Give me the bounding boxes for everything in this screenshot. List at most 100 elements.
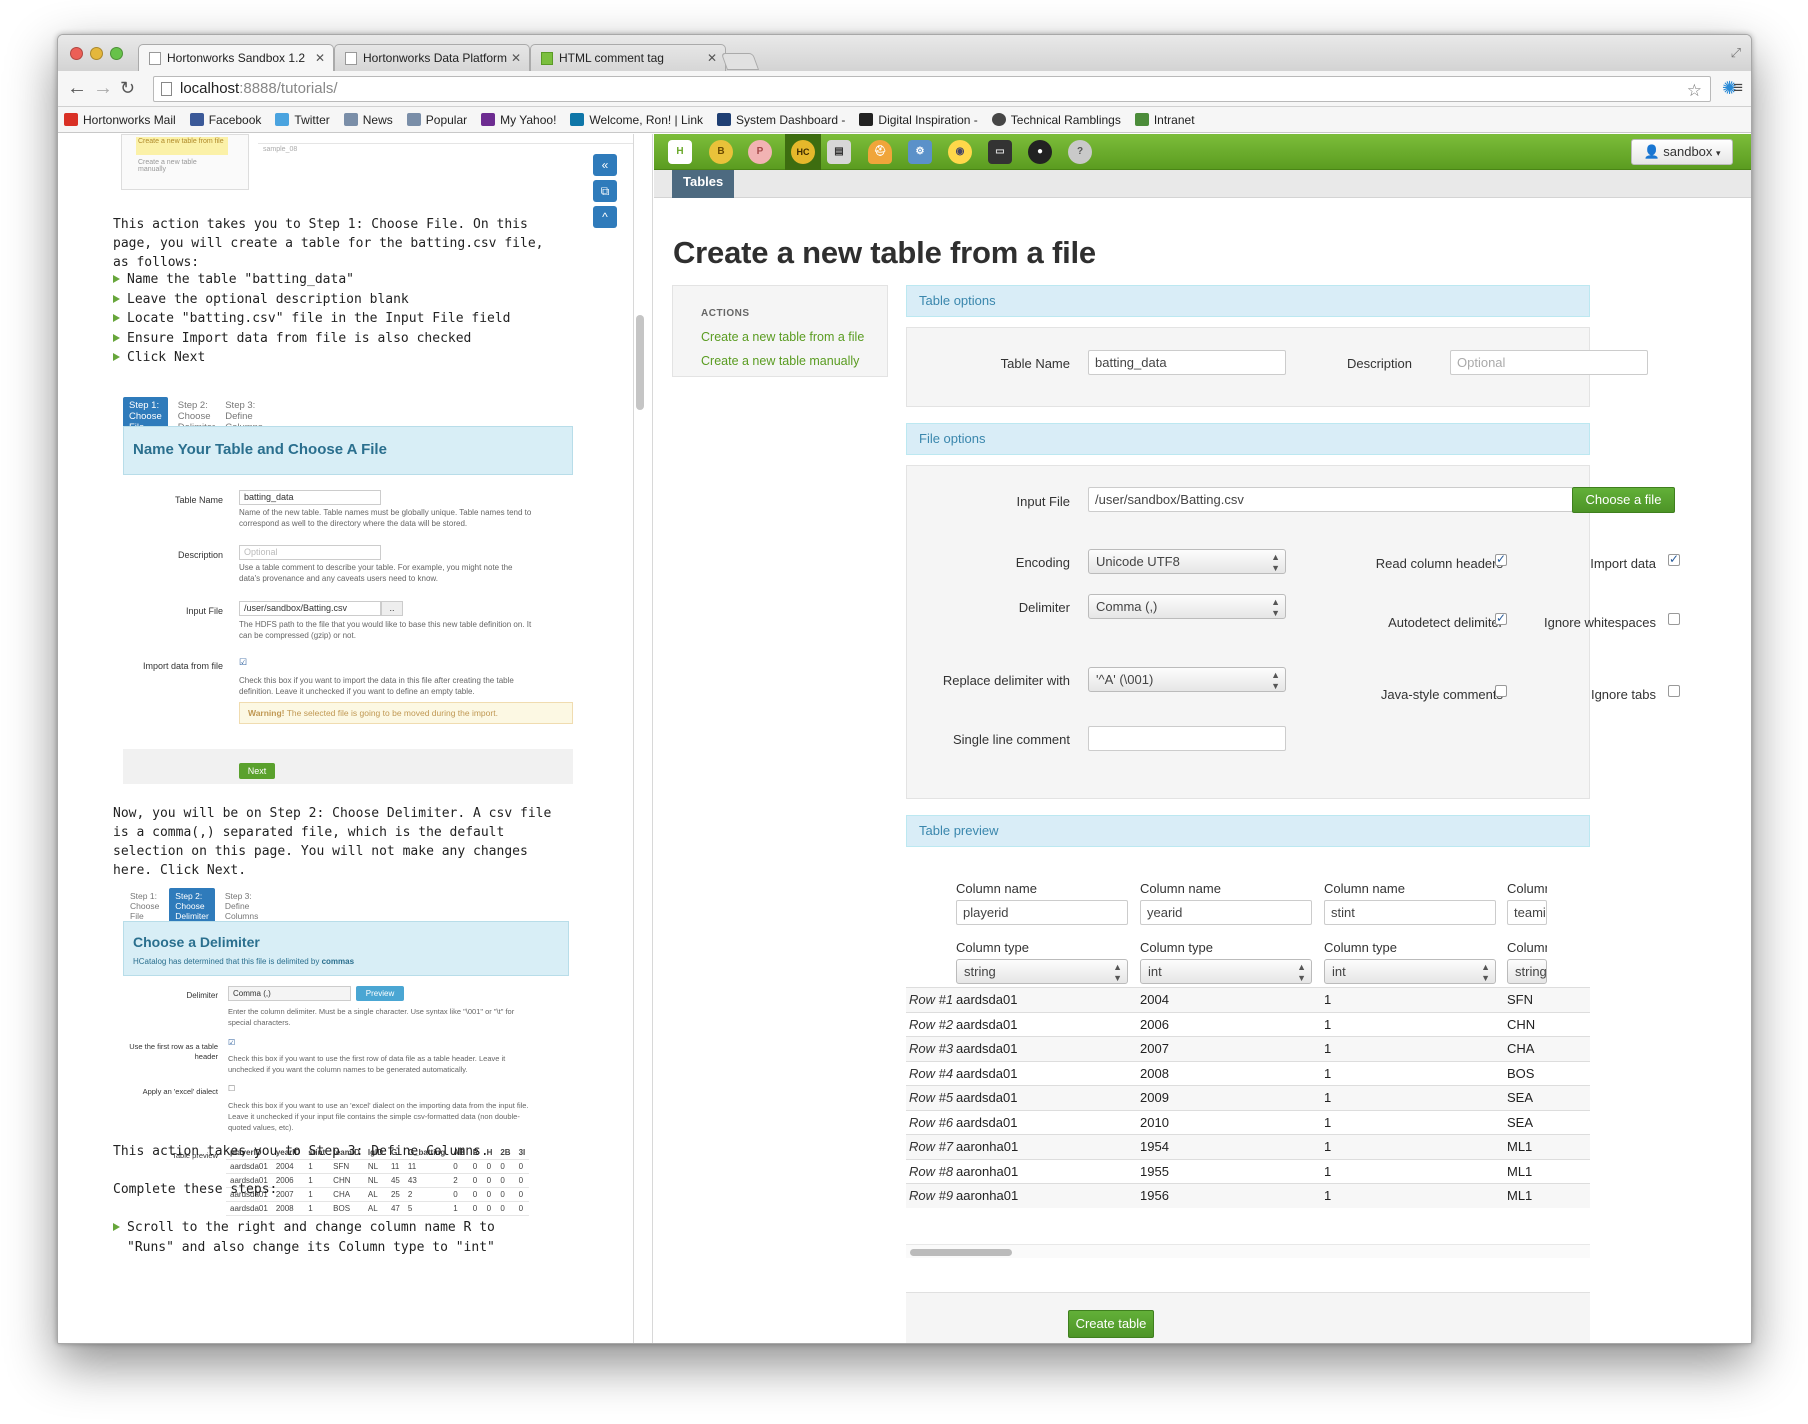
row-label: Row #9: [909, 1188, 954, 1203]
bookmark-item[interactable]: Digital Inspiration -: [859, 113, 978, 127]
hcat-icon[interactable]: HC: [791, 140, 815, 164]
java-comments-checkbox[interactable]: [1495, 685, 1507, 697]
oozie-icon[interactable]: ⚙: [908, 140, 932, 164]
field-label: Table Name: [174, 495, 223, 505]
bookmark-item[interactable]: System Dashboard -: [717, 113, 845, 127]
beeswax-icon[interactable]: B: [709, 140, 733, 164]
collapse-panel-button[interactable]: «: [593, 154, 617, 176]
import-data-checkbox[interactable]: ✓: [1668, 553, 1680, 566]
row-label: Row #3: [909, 1041, 954, 1056]
scrollbar-thumb[interactable]: [910, 1249, 1012, 1256]
forward-icon[interactable]: →: [93, 78, 113, 98]
new-tab-button[interactable]: [720, 53, 760, 70]
create-table-from-file-link[interactable]: Create a new table from a file: [701, 330, 864, 344]
column-type-select[interactable]: string ▲ ▼: [956, 959, 1128, 984]
close-tab-icon[interactable]: ✕: [315, 51, 325, 65]
create-table-manually-link[interactable]: Create a new table manually: [701, 354, 859, 368]
checkbox-checked-icon: ☑: [239, 657, 248, 667]
browser-tab[interactable]: Hortonworks Sandbox 1.2 ✕: [138, 44, 334, 71]
user-menu-label: sandbox: [1663, 144, 1713, 159]
tab-tables[interactable]: Tables: [672, 170, 735, 198]
browser-tab[interactable]: HTML comment tag ✕: [530, 44, 726, 71]
column-type-select[interactable]: int ▲ ▼: [1324, 959, 1496, 984]
hue-logo-icon[interactable]: H: [668, 140, 692, 164]
back-icon[interactable]: ←: [67, 78, 87, 98]
column-name-input[interactable]: stint: [1324, 900, 1496, 925]
encoding-select[interactable]: Unicode UTF8 ▲ ▼: [1088, 549, 1286, 574]
column-type-select[interactable]: string: [1507, 959, 1547, 984]
help-icon[interactable]: ?: [1068, 140, 1092, 164]
table-cell: SFN: [1507, 992, 1533, 1007]
table-options-header: Table options: [906, 285, 1590, 317]
table-row: Row #4 aardsda01 2008 1 BOS: [906, 1060, 1590, 1086]
scroll-top-button[interactable]: ^: [593, 206, 617, 228]
browser-window: Hortonworks Sandbox 1.2 ✕ Hortonworks Da…: [57, 34, 1752, 1344]
tutorial-scrollbar[interactable]: [636, 315, 644, 410]
table-row: Row #7 aaronha01 1954 1 ML1: [906, 1134, 1590, 1159]
menu-icon[interactable]: ≡: [1733, 79, 1743, 97]
field-label: Ignore whitespaces: [1543, 615, 1656, 630]
close-tab-icon[interactable]: ✕: [511, 51, 521, 65]
table-row: Row #5 aardsda01 2009 1 SEA: [906, 1085, 1590, 1110]
popout-panel-button[interactable]: ⧉: [593, 180, 617, 202]
mini-table-cell: NL: [363, 1159, 387, 1174]
autodetect-delimiter-checkbox[interactable]: ✓: [1495, 612, 1507, 625]
choose-file-button[interactable]: Choose a file: [1572, 487, 1675, 513]
column-name-input[interactable]: teamic: [1507, 900, 1547, 925]
create-table-button[interactable]: Create table: [1068, 1310, 1154, 1338]
bookmark-item[interactable]: Hortonworks Mail: [64, 113, 176, 127]
description-input[interactable]: Optional: [1450, 350, 1648, 375]
bookmark-item[interactable]: Welcome, Ron! | Link: [570, 113, 703, 127]
table-row: Row #9 aaronha01 1956 1 ML1: [906, 1183, 1590, 1208]
shell-icon[interactable]: ▭: [988, 140, 1012, 164]
delimiter-select[interactable]: Comma (,) ▲ ▼: [1088, 594, 1286, 619]
job-designer-icon[interactable]: ⛑: [868, 140, 892, 164]
actions-title: ACTIONS: [701, 308, 750, 319]
ignore-tabs-checkbox[interactable]: [1668, 685, 1680, 697]
list-item: Scroll to the right and change column na…: [113, 1218, 543, 1257]
input-file-field[interactable]: /user/sandbox/Batting.csv: [1088, 487, 1573, 512]
tab-strip: Hortonworks Sandbox 1.2 ✕ Hortonworks Da…: [58, 35, 1751, 71]
replace-delimiter-select[interactable]: '^A' (\001) ▲ ▼: [1088, 667, 1286, 692]
table-name-input[interactable]: batting_data: [1088, 350, 1286, 375]
folder-icon: [343, 113, 358, 126]
mini-table-cell: 2008: [271, 1201, 305, 1216]
list-item: Click Next: [113, 348, 511, 368]
thumbnail-image: Create a new table from file Create a ne…: [121, 134, 249, 190]
bookmark-item[interactable]: My Yahoo!: [481, 113, 556, 127]
single-line-comment-input[interactable]: [1088, 726, 1286, 751]
window-controls: [70, 47, 123, 60]
bookmark-item[interactable]: Twitter: [275, 113, 330, 127]
row-label: Row #8: [909, 1163, 954, 1179]
column-name-input[interactable]: playerid: [956, 900, 1128, 925]
reload-icon[interactable]: ↻: [120, 78, 135, 98]
address-bar[interactable]: localhost:8888/tutorials/ ☆: [153, 76, 1711, 102]
close-window-icon[interactable]: [70, 47, 83, 60]
bookmark-folder[interactable]: News: [343, 113, 393, 127]
job-browser-icon[interactable]: ◉: [948, 140, 972, 164]
user-admin-icon[interactable]: ●: [1028, 140, 1052, 164]
table-cell: 1955: [1140, 1163, 1169, 1179]
help-text: Enter the column delimiter. Must be a si…: [228, 1007, 515, 1027]
horizontal-scrollbar[interactable]: [906, 1244, 1590, 1258]
column-type-select[interactable]: int ▲ ▼: [1140, 959, 1312, 984]
minimize-window-icon[interactable]: [90, 47, 103, 60]
bookmark-folder[interactable]: Popular: [406, 113, 467, 127]
ignore-whitespaces-checkbox[interactable]: [1668, 613, 1680, 625]
file-browser-icon[interactable]: ▤: [827, 140, 851, 164]
user-menu-button[interactable]: 👤 sandbox ▾: [1631, 139, 1733, 165]
fullscreen-icon[interactable]: ⤢: [1731, 45, 1741, 61]
read-headers-checkbox[interactable]: ✓: [1495, 553, 1507, 566]
column-name-input[interactable]: yearid: [1140, 900, 1312, 925]
close-tab-icon[interactable]: ✕: [707, 51, 717, 65]
bookmark-star-icon[interactable]: ☆: [1687, 79, 1702, 103]
bookmark-item[interactable]: Facebook: [189, 113, 261, 127]
pig-icon[interactable]: P: [748, 140, 772, 164]
bookmark-item[interactable]: Technical Ramblings: [991, 113, 1121, 127]
field-label: Use the first row as a table header: [129, 1042, 218, 1061]
mini-table-cell: 0: [482, 1201, 497, 1216]
zoom-window-icon[interactable]: [110, 47, 123, 60]
browser-tab[interactable]: Hortonworks Data Platform ✕: [334, 44, 530, 71]
bookmark-item[interactable]: Intranet: [1134, 113, 1195, 127]
field-label: Ignore tabs: [1590, 687, 1656, 702]
